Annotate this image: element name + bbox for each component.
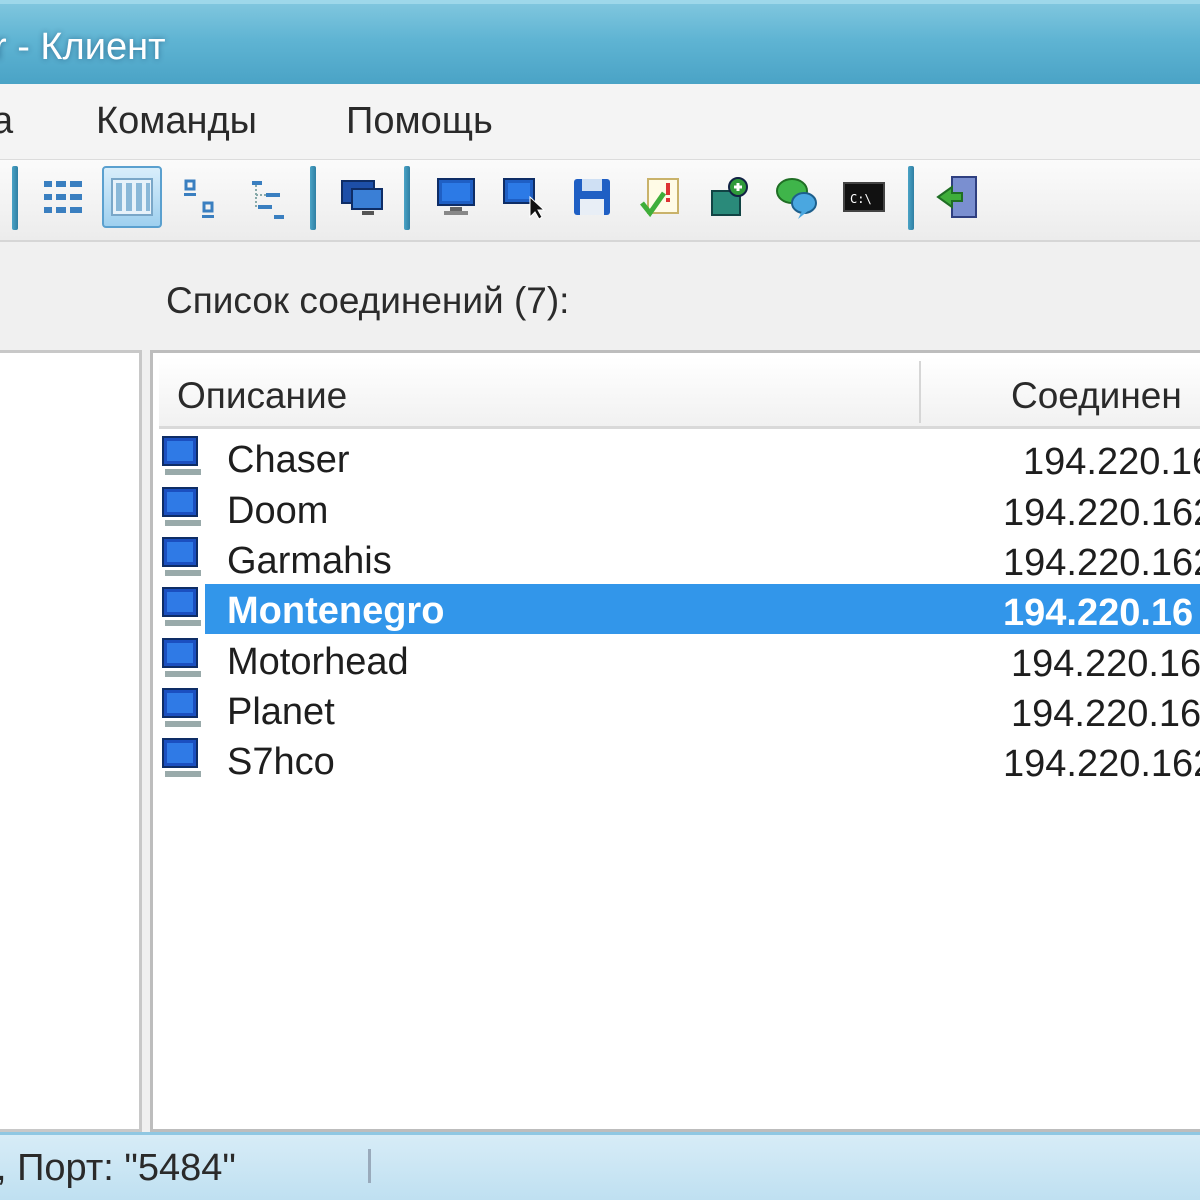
file-transfer-icon — [574, 179, 610, 215]
row-connection: 194.220.162 — [1003, 492, 1200, 534]
power-button[interactable] — [698, 166, 758, 228]
full-control-icon — [437, 178, 475, 215]
connections-list[interactable]: Описание Соединен Chaser 194.220.16 Doom… — [150, 350, 1200, 1132]
column-separator[interactable] — [919, 361, 921, 423]
row-description: S7hco — [227, 741, 335, 783]
list-item[interactable]: Planet 194.220.162 — [159, 685, 1200, 735]
row-connection: 194.220.162 — [1011, 643, 1200, 685]
row-description: Doom — [227, 490, 329, 532]
toolbar-separator — [404, 166, 410, 230]
view-only-icon — [503, 178, 546, 220]
console-icon: C:\ — [843, 182, 885, 212]
status-bar: , Порт: "5484" — [0, 1132, 1200, 1200]
details-view-button[interactable] — [34, 166, 94, 228]
row-connection: 194.220.162 — [1003, 542, 1200, 584]
computer-icon — [162, 436, 201, 475]
list-item-selected[interactable]: Montenegro 194.220.16 — [159, 584, 1200, 634]
chat-icon — [776, 178, 817, 219]
menu-item-partial[interactable]: а — [0, 100, 13, 143]
computer-icon — [162, 688, 201, 727]
status-port-text: , Порт: "5484" — [0, 1147, 236, 1189]
full-control-button[interactable] — [426, 166, 486, 228]
computer-icon — [162, 487, 201, 526]
title-bar: r - Клиент — [0, 0, 1200, 84]
svg-text:C:\: C:\ — [850, 192, 872, 206]
columns-view-icon — [111, 178, 153, 216]
row-connection: 194.220.162 — [1011, 693, 1200, 735]
exit-icon — [936, 176, 977, 218]
toolbar: C:\ — [0, 160, 1200, 242]
task-manager-button[interactable] — [630, 166, 690, 228]
row-description: Garmahis — [227, 540, 392, 582]
small-icons-view-button[interactable] — [170, 166, 230, 228]
row-connection: 194.220.162 — [1003, 743, 1200, 785]
row-description: Chaser — [227, 439, 350, 481]
row-description: Planet — [227, 691, 335, 733]
chat-button[interactable] — [766, 166, 826, 228]
menu-bar: а Команды Помощь — [0, 84, 1200, 160]
groups-tree-pane[interactable] — [0, 350, 142, 1132]
remote-desktop-button[interactable] — [332, 166, 392, 228]
view-only-button[interactable] — [494, 166, 554, 228]
row-connection: 194.220.16 — [1023, 441, 1200, 483]
task-manager-icon — [640, 178, 679, 218]
remote-desktop-icon — [341, 180, 383, 215]
columns-view-button[interactable] — [102, 166, 162, 228]
row-description: Montenegro — [227, 590, 445, 632]
file-transfer-button[interactable] — [562, 166, 622, 228]
toolbar-separator — [908, 166, 914, 230]
menu-item-help[interactable]: Помощь — [346, 100, 493, 143]
window-title: r - Клиент — [0, 26, 166, 68]
status-separator — [368, 1149, 371, 1183]
tree-view-button[interactable] — [238, 166, 298, 228]
computer-icon — [162, 738, 201, 777]
tree-view-icon — [252, 181, 284, 219]
column-header-description[interactable]: Описание — [177, 357, 347, 427]
list-item[interactable]: Doom 194.220.162 — [159, 484, 1200, 534]
computer-icon — [162, 537, 201, 576]
list-item[interactable]: S7hco 194.220.162 — [159, 735, 1200, 785]
connections-label: Список соединений (7): — [166, 280, 570, 321]
exit-button[interactable] — [928, 166, 988, 228]
row-connection: 194.220.16 — [1003, 592, 1194, 634]
list-item[interactable]: Motorhead 194.220.162 — [159, 635, 1200, 685]
list-item[interactable]: Garmahis 194.220.162 — [159, 534, 1200, 584]
power-icon — [711, 177, 748, 216]
row-description: Motorhead — [227, 641, 409, 683]
list-item[interactable]: Chaser 194.220.16 — [159, 433, 1200, 483]
computer-icon — [162, 638, 201, 677]
toolbar-separator — [12, 166, 18, 230]
computer-icon — [162, 587, 201, 626]
console-button[interactable]: C:\ — [834, 166, 894, 228]
small-icons-view-icon — [184, 179, 214, 218]
toolbar-separator — [310, 166, 316, 230]
column-header-connection[interactable]: Соединен — [1011, 357, 1182, 427]
menu-item-commands[interactable]: Команды — [96, 100, 257, 143]
list-header: Описание Соединен — [159, 357, 1200, 429]
details-view-icon — [44, 181, 82, 213]
